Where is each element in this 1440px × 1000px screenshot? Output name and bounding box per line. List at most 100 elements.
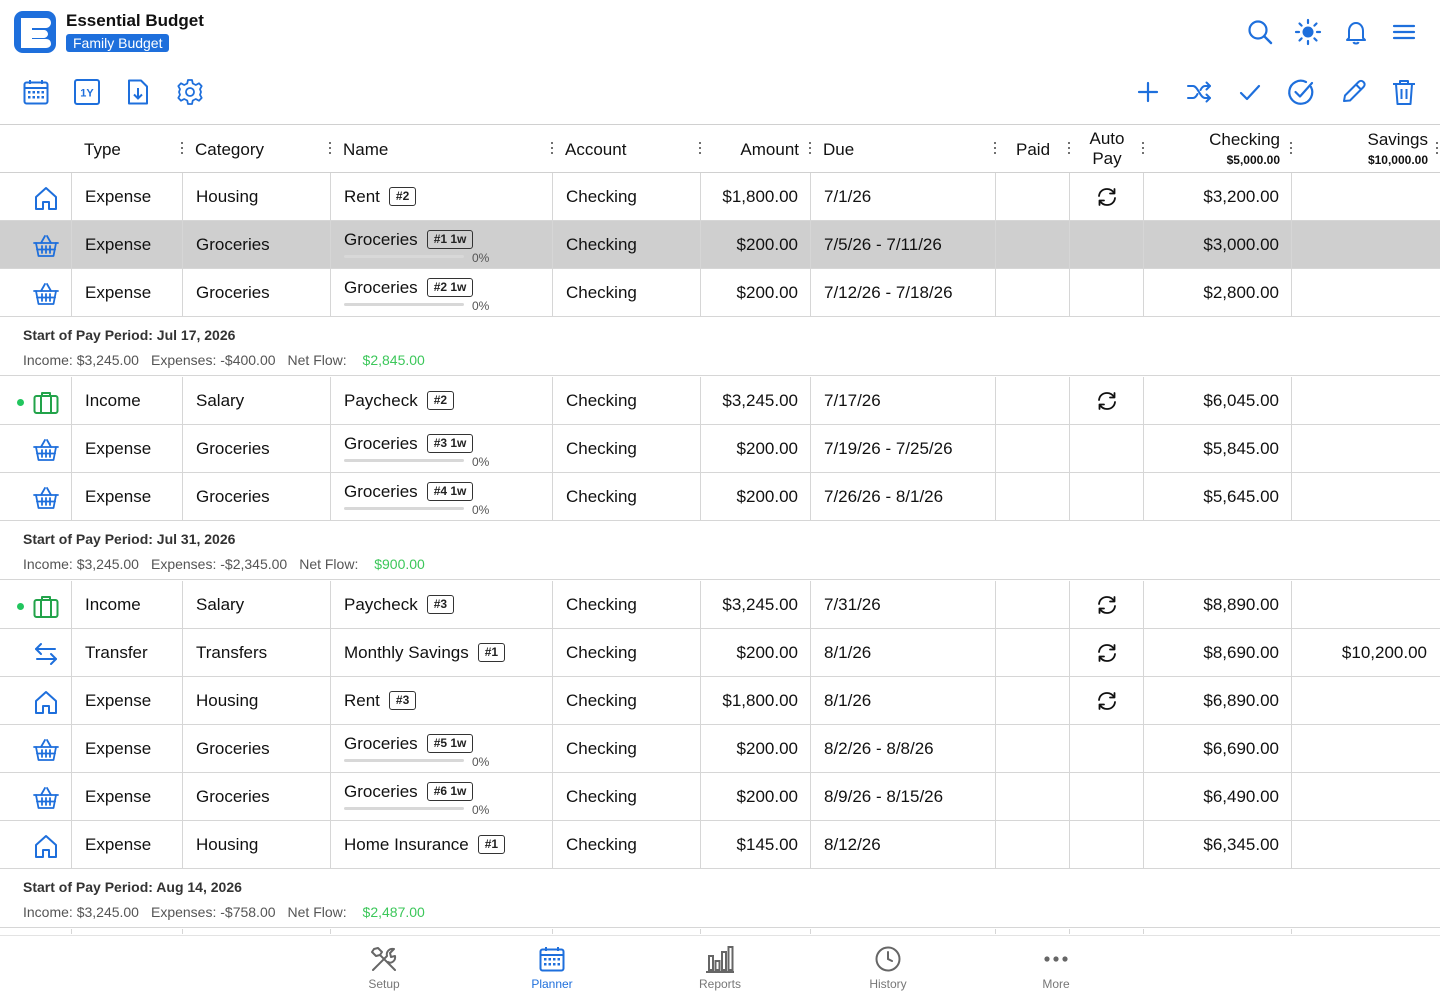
occurrence-tag: #3 (388, 691, 417, 710)
progress-percent: 0% (472, 455, 490, 469)
menu-icon[interactable] (1390, 18, 1418, 46)
table-row[interactable]: Expense Groceries Groceries #4 1w 0% Checking… (0, 473, 1440, 521)
table-row[interactable]: Expense Groceries Groceries #5 1w 0% Checking… (0, 725, 1440, 773)
column-divider (71, 581, 72, 629)
column-menu-icon[interactable] (328, 142, 332, 156)
category-cell: Housing (196, 187, 259, 206)
one-year-view-icon[interactable]: 1Y (73, 78, 101, 106)
column-menu-icon[interactable] (993, 142, 997, 156)
table-row[interactable]: Income Salary Paycheck #2 Checking $3,245.00 7… (0, 377, 1440, 425)
period-expenses: Expenses: -$758.00 (150, 904, 276, 920)
trash-icon[interactable] (1390, 78, 1418, 106)
savings-balance-cell (1300, 473, 1427, 521)
table-row[interactable]: Transfer Transfers Monthly Savings #1 Checki… (0, 629, 1440, 677)
column-divider (1291, 425, 1292, 473)
account-cell: Checking (566, 439, 637, 458)
checking-balance-cell: $6,045.00 (1203, 391, 1279, 410)
bell-icon[interactable] (1342, 18, 1370, 46)
table-row[interactable]: Expense Groceries Groceries #6 1w 0% Checking… (0, 773, 1440, 821)
nav-tab-reports[interactable]: Reports (670, 944, 770, 1000)
column-menu-icon[interactable] (1435, 142, 1439, 156)
column-divider (71, 629, 72, 677)
table-row[interactable]: Expense Housing Rent #2 Checking $1,800.00 7/1… (0, 173, 1440, 221)
savings-balance-cell (1300, 725, 1427, 773)
table-row[interactable] (0, 929, 1440, 934)
item-name: Paycheck (344, 595, 418, 614)
calendar-view-icon[interactable] (22, 78, 50, 106)
add-icon[interactable] (1134, 78, 1162, 106)
occurrence-tag: #3 1w (426, 434, 474, 453)
column-header-amount[interactable]: Amount (712, 125, 799, 173)
table-row[interactable]: Expense Groceries Groceries #3 1w 0% Checking… (0, 425, 1440, 473)
pay-period-summary: Start of Pay Period: Jul 31, 2026 Income:… (0, 521, 1440, 580)
edit-pencil-icon[interactable] (1339, 78, 1367, 106)
table-row[interactable]: Expense Housing Home Insurance #1 Checking $1… (0, 821, 1440, 869)
search-icon[interactable] (1246, 18, 1274, 46)
occurrence-tag: #4 1w (426, 482, 474, 501)
column-divider (700, 929, 701, 934)
column-menu-icon[interactable] (180, 142, 184, 156)
due-cell: 8/2/26 - 8/8/26 (824, 739, 934, 758)
column-divider (995, 425, 996, 473)
nav-tab-planner[interactable]: Planner (502, 944, 602, 1000)
period-net-flow: Net Flow: $2,487.00 (288, 904, 437, 920)
period-net-flow: Net Flow: $2,845.00 (288, 352, 437, 368)
gear-icon[interactable] (176, 78, 204, 106)
column-divider (1291, 677, 1292, 725)
autopay-sync-icon (1095, 642, 1119, 664)
table-row[interactable]: Expense Groceries Groceries #1 1w 0% Checking… (0, 221, 1440, 269)
check-circle-icon[interactable] (1287, 78, 1315, 106)
item-name: Groceries (344, 734, 418, 753)
period-expenses: Expenses: -$2,345.00 (150, 556, 288, 572)
nav-tab-more[interactable]: More (1006, 944, 1106, 1000)
period-income: Income: $3,245.00 (23, 352, 139, 368)
column-divider (71, 173, 72, 221)
column-menu-icon[interactable] (1141, 142, 1145, 156)
occurrence-tag: #5 1w (426, 734, 474, 753)
category-cell: Salary (196, 391, 245, 410)
column-divider (995, 473, 996, 521)
column-header-autopay[interactable]: Auto Pay (1080, 125, 1134, 173)
account-cell: Checking (566, 643, 637, 662)
amount-cell: $145.00 (736, 835, 798, 854)
sun-icon[interactable] (1294, 18, 1322, 46)
nav-tab-setup[interactable]: Setup (334, 944, 434, 1000)
column-menu-icon[interactable] (1067, 142, 1071, 156)
column-divider (182, 677, 183, 725)
checking-balance-cell: $6,345.00 (1203, 835, 1279, 854)
autopay-sync-icon (1095, 390, 1119, 412)
type-cell: Expense (85, 691, 152, 710)
table-row[interactable]: Income Salary Paycheck #3 Checking $3,245.00 7… (0, 581, 1440, 629)
due-cell: 7/19/26 - 7/25/26 (824, 439, 953, 458)
column-menu-icon[interactable] (1289, 142, 1293, 156)
column-divider (330, 821, 331, 869)
basket-icon (32, 232, 60, 260)
column-divider (995, 773, 996, 821)
export-download-icon[interactable] (124, 78, 152, 106)
column-menu-icon[interactable] (550, 142, 554, 156)
column-header-checking[interactable]: Checking $5,000.00 (1150, 125, 1280, 173)
clock-icon (875, 946, 901, 972)
bar-chart-icon (706, 946, 734, 973)
column-divider (1143, 377, 1144, 425)
occurrence-tag: #3 (426, 595, 455, 614)
progress-bar (344, 303, 464, 306)
category-cell: Groceries (196, 235, 270, 254)
budget-selector[interactable]: Family Budget (66, 34, 170, 52)
column-menu-icon[interactable] (808, 142, 812, 156)
account-cell: Checking (566, 835, 637, 854)
table-row[interactable]: Expense Groceries Groceries #2 1w 0% Checking… (0, 269, 1440, 317)
column-divider (182, 929, 183, 934)
shuffle-icon[interactable] (1185, 78, 1213, 106)
house-icon (32, 688, 60, 716)
table-row[interactable]: Expense Housing Rent #3 Checking $1,800.00 8/1… (0, 677, 1440, 725)
column-divider (810, 773, 811, 821)
column-header-savings[interactable]: Savings $10,000.00 (1300, 125, 1428, 173)
amount-cell: $200.00 (736, 283, 798, 302)
checkmark-icon[interactable] (1236, 78, 1264, 106)
column-menu-icon[interactable] (698, 142, 702, 156)
name-cell: Paycheck #3 (344, 581, 455, 629)
nav-tab-history[interactable]: History (838, 944, 938, 1000)
column-divider (995, 581, 996, 629)
column-divider (1069, 425, 1070, 473)
